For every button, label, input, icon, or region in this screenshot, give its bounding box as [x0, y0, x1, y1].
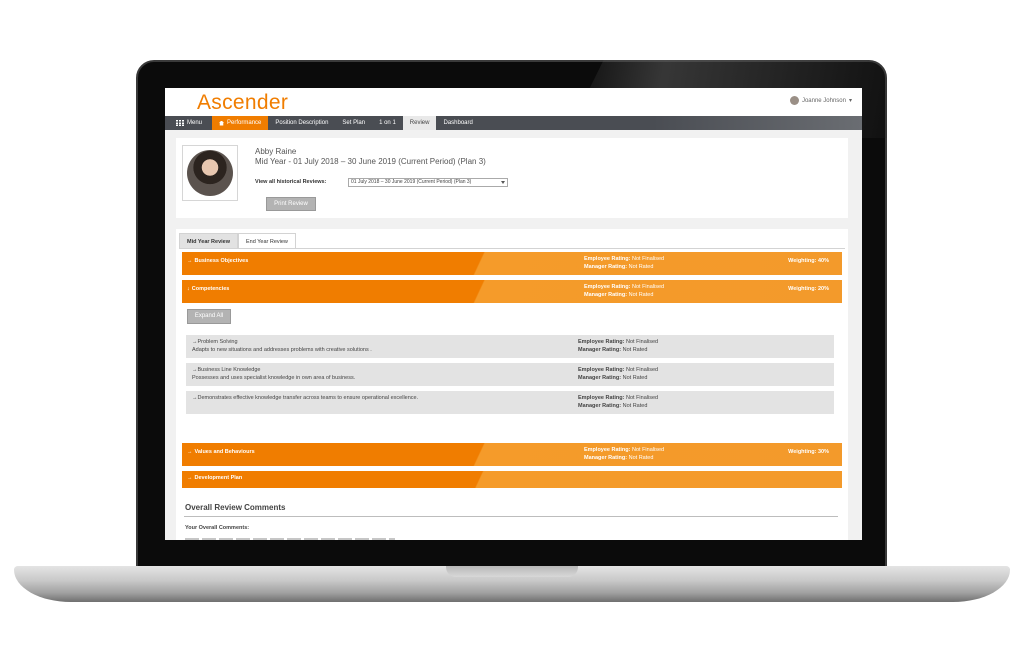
section-title: Values and Behaviours — [187, 449, 255, 455]
nav-1-on-1[interactable]: 1 on 1 — [372, 116, 403, 130]
competency-text: Business Line Knowledge Possesses and us… — [192, 367, 355, 382]
laptop-notch — [446, 566, 578, 577]
competency-name: Business Line Knowledge — [192, 367, 355, 375]
section-title: Competencies — [187, 286, 230, 292]
competency-ratings: Employee Rating: Not Finalised Manager R… — [578, 367, 659, 381]
profile-card: Abby Raine Mid Year - 01 July 2018 – 30 … — [176, 138, 848, 218]
nav-position-description[interactable]: Position Description — [268, 116, 335, 130]
nav-menu-label: Menu — [187, 120, 203, 126]
main-nav: Menu Performance Position Description Se… — [165, 116, 862, 130]
competency-row[interactable]: Business Line Knowledge Possesses and us… — [186, 363, 834, 386]
nav-performance-label: Performance — [227, 120, 262, 126]
competency-row[interactable]: Problem Solving Adapts to new situations… — [186, 335, 834, 358]
section-weighting: Weighting: 30% — [788, 449, 829, 455]
competency-desc: Adapts to new situations and addresses p… — [192, 346, 372, 353]
section-weighting: Weighting: 40% — [788, 258, 829, 264]
section-values-and-behaviours[interactable]: Values and Behaviours Employee Rating: N… — [182, 443, 842, 466]
tab-end-year-review[interactable]: End Year Review — [238, 233, 296, 249]
user-menu[interactable]: Joanne Johnson ▾ — [789, 96, 852, 105]
expand-all-button[interactable]: Expand All — [187, 309, 231, 324]
screen: Ascender Joanne Johnson ▾ Menu Performan… — [165, 88, 862, 540]
section-development-plan[interactable]: Development Plan — [182, 471, 842, 488]
competency-ratings: Employee Rating: Not Finalised Manager R… — [578, 339, 659, 353]
your-comments-label: Your Overall Comments: — [185, 525, 250, 531]
profile-photo-frame — [182, 145, 238, 201]
section-ratings: Employee Rating: Not Finalised Manager R… — [584, 284, 665, 298]
nav-review[interactable]: Review — [402, 116, 437, 130]
nav-menu[interactable]: Menu — [165, 116, 212, 130]
review-panel: Mid Year Review End Year Review Business… — [176, 229, 848, 540]
tab-mid-year-review[interactable]: Mid Year Review — [179, 233, 239, 249]
competency-name: Demonstrates effective knowledge transfe… — [192, 395, 419, 403]
nav-set-plan[interactable]: Set Plan — [335, 116, 372, 130]
competency-ratings: Employee Rating: Not Finalised Manager R… — [578, 395, 659, 409]
tab-divider — [179, 248, 845, 249]
section-ratings: Employee Rating: Not Finalised Manager R… — [584, 256, 665, 270]
app-header: Ascender Joanne Johnson ▾ — [165, 88, 862, 116]
section-title: Development Plan — [187, 475, 243, 481]
section-title: Business Objectives — [187, 258, 249, 264]
review-period: Mid Year - 01 July 2018 – 30 June 2019 (… — [255, 157, 486, 166]
grid-icon — [176, 120, 184, 126]
section-competencies[interactable]: Competencies Employee Rating: Not Finali… — [182, 280, 842, 303]
section-business-objectives[interactable]: Business Objectives Employee Rating: Not… — [182, 252, 842, 275]
competency-row[interactable]: Demonstrates effective knowledge transfe… — [186, 391, 834, 414]
nav-performance[interactable]: Performance — [212, 116, 269, 130]
historical-reviews-select[interactable]: 01 July 2018 – 30 June 2019 (Current Per… — [348, 178, 508, 187]
chevron-down-icon: ▾ — [848, 98, 852, 104]
ascender-logo[interactable]: Ascender — [197, 91, 288, 115]
user-name: Joanne Johnson — [801, 97, 846, 104]
overall-comments-heading: Overall Review Comments — [185, 503, 286, 512]
home-icon — [219, 120, 225, 126]
competency-text: Demonstrates effective knowledge transfe… — [192, 395, 419, 403]
competency-desc: Possesses and uses specialist knowledge … — [192, 374, 356, 381]
competency-text: Problem Solving Adapts to new situations… — [192, 339, 372, 354]
comments-text-clipped — [185, 538, 395, 540]
print-review-button[interactable]: Print Review — [266, 197, 316, 211]
historical-reviews-label: View all historical Reviews: — [255, 179, 327, 185]
competency-name: Problem Solving — [192, 339, 372, 347]
section-weighting: Weighting: 20% — [788, 286, 829, 292]
user-avatar — [789, 96, 799, 105]
section-ratings: Employee Rating: Not Finalised Manager R… — [584, 447, 665, 461]
heading-divider — [184, 516, 838, 517]
profile-photo — [187, 150, 233, 196]
employee-name: Abby Raine — [255, 147, 297, 156]
nav-dashboard[interactable]: Dashboard — [436, 116, 479, 130]
review-tabs: Mid Year Review End Year Review — [179, 233, 296, 249]
